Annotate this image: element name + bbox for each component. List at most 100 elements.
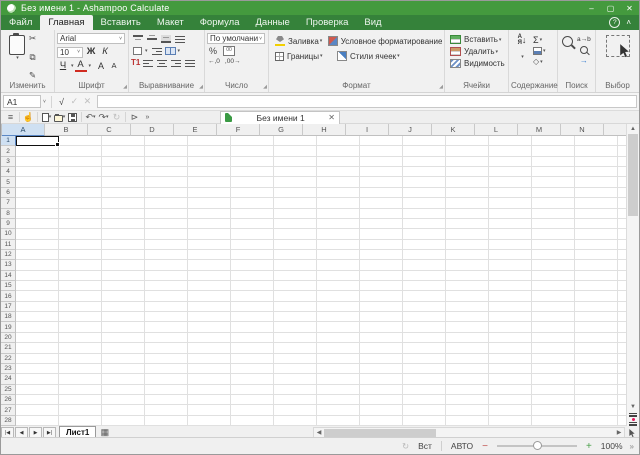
merge-cells-dropdown[interactable]: ▾ [178,48,181,54]
grid-cell-N17[interactable] [575,302,618,311]
grid-cell-J22[interactable] [403,354,446,363]
grid-cell-N1[interactable] [575,136,618,145]
grid-cell-B27[interactable] [59,405,102,414]
grid-cell-D9[interactable] [145,219,188,228]
grid-cell-E4[interactable] [188,167,231,176]
grid-cell-I23[interactable] [360,364,403,373]
grid-cell-I4[interactable] [360,167,403,176]
grid-cell-C15[interactable] [102,281,145,290]
grid-cell-J5[interactable] [403,177,446,186]
align-center-icon[interactable] [157,59,167,67]
insert-function-icon[interactable]: √ [55,97,68,107]
grid-cell-J9[interactable] [403,219,446,228]
row-header-8[interactable]: 8 [1,209,16,219]
row-header-27[interactable]: 27 [1,405,16,415]
grid-cell-M14[interactable] [532,271,575,280]
grid-cell-K24[interactable] [446,374,489,383]
grid-cell-F1[interactable] [231,136,274,145]
grid-cell-F20[interactable] [231,333,274,342]
grid-cell-F18[interactable] [231,312,274,321]
grid-cell-K23[interactable] [446,364,489,373]
add-decimal-icon[interactable]: ←,0 [208,58,220,66]
grid-cell-I24[interactable] [360,374,403,383]
horizontal-scrollbar-thumb[interactable] [324,429,436,437]
grid-cell-A8[interactable] [16,209,59,218]
grid-cell-A26[interactable] [16,395,59,404]
underline-dropdown[interactable]: ▾ [71,63,74,69]
selection-mode-button[interactable] [606,35,630,57]
grid-cell-C23[interactable] [102,364,145,373]
row-header-22[interactable]: 22 [1,354,16,364]
grid-cell-E18[interactable] [188,312,231,321]
grid-cell-M19[interactable] [532,322,575,331]
grid-cell-H25[interactable] [317,385,360,394]
zoom-level[interactable]: 100% [601,441,623,451]
grid-cell-F25[interactable] [231,385,274,394]
grid-cell-A19[interactable] [16,322,59,331]
grid-cell-D4[interactable] [145,167,188,176]
grid-cell-C12[interactable] [102,250,145,259]
grid-cell-H19[interactable] [317,322,360,331]
grid-cell-E7[interactable] [188,198,231,207]
italic-button[interactable]: К [99,46,111,58]
grid-cell-E23[interactable] [188,364,231,373]
grid-cell-H8[interactable] [317,209,360,218]
grid-cell-J18[interactable] [403,312,446,321]
grid-cell-H17[interactable] [317,302,360,311]
grid-cell-K26[interactable] [446,395,489,404]
grid-cell-B28[interactable] [59,416,102,425]
grid-cell-N19[interactable] [575,322,618,331]
grid-cell-N25[interactable] [575,385,618,394]
column-header-L[interactable]: L [475,124,518,136]
grid-cell-L9[interactable] [489,219,532,228]
save-icon[interactable] [66,113,79,122]
grid-cell-A24[interactable] [16,374,59,383]
grid-cell-D21[interactable] [145,343,188,352]
grid-cell-B13[interactable] [59,260,102,269]
grid-cell-J16[interactable] [403,291,446,300]
grid-cell-G20[interactable] [274,333,317,342]
close-button[interactable]: ✕ [620,1,639,15]
grid-cell-E11[interactable] [188,240,231,249]
grid-cell-I11[interactable] [360,240,403,249]
grid-cell-E5[interactable] [188,177,231,186]
copy-icon[interactable]: ⧉ [29,52,36,62]
grid-cell-L17[interactable] [489,302,532,311]
font-size-select[interactable]: 10˅ [57,47,83,58]
grid-cell-H4[interactable] [317,167,360,176]
grid-cell-K1[interactable] [446,136,489,145]
grid-cell-G6[interactable] [274,188,317,197]
grid-cell-F2[interactable] [231,146,274,155]
grid-cell-F23[interactable] [231,364,274,373]
column-header-K[interactable]: K [432,124,475,136]
grid-cell-L18[interactable] [489,312,532,321]
grid-cell-D28[interactable] [145,416,188,425]
grid-cell-L8[interactable] [489,209,532,218]
grid-cell-F12[interactable] [231,250,274,259]
help-icon[interactable]: ? [609,17,620,28]
grid-cell-I6[interactable] [360,188,403,197]
grid-cell-H6[interactable] [317,188,360,197]
grid-cell-D18[interactable] [145,312,188,321]
grid-cell-F8[interactable] [231,209,274,218]
grid-cell-K25[interactable] [446,385,489,394]
grid-cell-D11[interactable] [145,240,188,249]
grid-cell-E26[interactable] [188,395,231,404]
grid-cell-B4[interactable] [59,167,102,176]
grid-cell-N2[interactable] [575,146,618,155]
grid-cell-I22[interactable] [360,354,403,363]
grid-cell-M4[interactable] [532,167,575,176]
column-header-B[interactable]: B [45,124,88,136]
grid-cell-C22[interactable] [102,354,145,363]
grid-cell-I5[interactable] [360,177,403,186]
grid-cell-E2[interactable] [188,146,231,155]
grid-cell-N16[interactable] [575,291,618,300]
grid-cell-M2[interactable] [532,146,575,155]
grid-cell-M8[interactable] [532,209,575,218]
row-header-19[interactable]: 19 [1,322,16,332]
grid-cell-E3[interactable] [188,157,231,166]
grid-cell-F28[interactable] [231,416,274,425]
column-header-D[interactable]: D [131,124,174,136]
grid-cell-C18[interactable] [102,312,145,321]
grid-cell-F21[interactable] [231,343,274,352]
